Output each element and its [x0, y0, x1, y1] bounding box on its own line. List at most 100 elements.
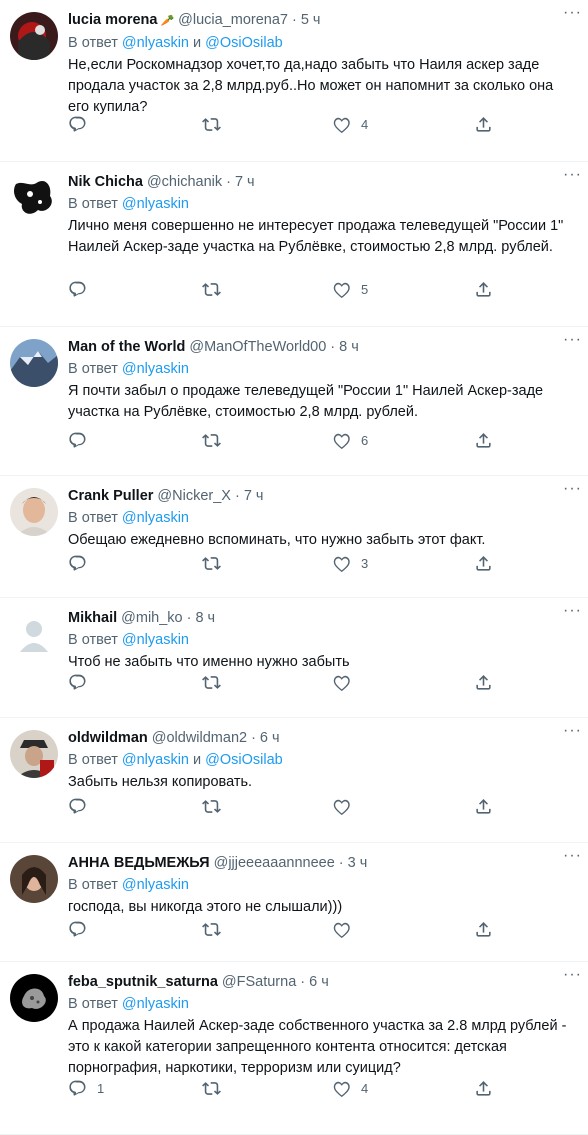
retweet-button[interactable]: [202, 920, 221, 939]
more-icon[interactable]: ···: [563, 602, 582, 620]
mention-link[interactable]: @nlyaskin: [122, 877, 189, 893]
author-handle[interactable]: @ManOfTheWorld00: [189, 337, 326, 357]
timestamp[interactable]: 7 ч: [235, 172, 255, 192]
author-name[interactable]: Crank Puller: [68, 486, 153, 506]
retweet-button[interactable]: [202, 280, 221, 299]
like-button[interactable]: 4: [332, 115, 368, 134]
mention-link[interactable]: @OsiOsilab: [205, 752, 283, 768]
author-name[interactable]: feba_sputnik_saturna: [68, 972, 218, 992]
timestamp[interactable]: 8 ч: [195, 608, 215, 628]
tweet[interactable]: Nik Chicha @chichanik · 7 чВ ответ @nlyaski…: [0, 162, 588, 327]
more-icon[interactable]: ···: [563, 966, 582, 984]
mention-link[interactable]: @nlyaskin: [122, 996, 189, 1012]
tweet-header: АННА ВЕДЬМЕЖЬЯ @jjjeeeaaannneee · 3 ч: [68, 853, 578, 873]
share-button[interactable]: [474, 673, 493, 692]
share-button[interactable]: [474, 1079, 493, 1098]
author-handle[interactable]: @FSaturna: [222, 972, 296, 992]
reply-prefix: В ответ: [68, 996, 118, 1012]
author-name[interactable]: Man of the World: [68, 337, 185, 357]
author-handle[interactable]: @oldwildman2: [152, 728, 247, 748]
author-handle[interactable]: @mih_ko: [121, 608, 182, 628]
timestamp[interactable]: 6 ч: [260, 728, 280, 748]
reply-conjunction: и: [193, 35, 202, 51]
mention-link[interactable]: @nlyaskin: [122, 510, 189, 526]
author-name[interactable]: Nik Chicha: [68, 172, 143, 192]
tweet-header: Mikhail @mih_ko · 8 ч: [68, 608, 578, 628]
tweet[interactable]: Mikhail @mih_ko · 8 чВ ответ @nlyaskin Чтоб …: [0, 598, 588, 718]
reply-button[interactable]: [68, 673, 87, 692]
tweet-body: oldwildman @oldwildman2 · 6 чВ ответ @nlyas…: [68, 728, 578, 793]
like-button[interactable]: [332, 920, 351, 939]
retweet-button[interactable]: [202, 115, 221, 134]
like-button[interactable]: [332, 797, 351, 816]
reply-button[interactable]: [68, 431, 87, 450]
tweet-text: А продажа Наилей Аскер-заде собственного…: [68, 1018, 567, 1076]
avatar[interactable]: [10, 339, 58, 387]
mention-link[interactable]: @nlyaskin: [122, 361, 189, 377]
retweet-button[interactable]: [202, 797, 221, 816]
share-button[interactable]: [474, 554, 493, 573]
mention-link[interactable]: @OsiOsilab: [205, 35, 283, 51]
avatar[interactable]: [10, 974, 58, 1022]
retweet-button[interactable]: [202, 554, 221, 573]
share-button[interactable]: [474, 920, 493, 939]
like-button[interactable]: 3: [332, 554, 368, 573]
more-icon[interactable]: ···: [563, 331, 582, 349]
avatar[interactable]: [10, 12, 58, 60]
reply-button[interactable]: [68, 797, 87, 816]
author-handle[interactable]: @chichanik: [147, 172, 222, 192]
mention-link[interactable]: @nlyaskin: [122, 35, 189, 51]
more-icon[interactable]: ···: [563, 4, 582, 22]
reply-icon: [68, 431, 87, 450]
timestamp[interactable]: 6 ч: [309, 972, 329, 992]
reply-button[interactable]: [68, 920, 87, 939]
avatar[interactable]: [10, 610, 58, 658]
author-handle[interactable]: @Nicker_X: [157, 486, 231, 506]
reply-button[interactable]: [68, 115, 87, 134]
avatar[interactable]: [10, 730, 58, 778]
like-button[interactable]: 4: [332, 1079, 368, 1098]
avatar[interactable]: [10, 174, 58, 222]
share-button[interactable]: [474, 797, 493, 816]
tweet[interactable]: oldwildman @oldwildman2 · 6 чВ ответ @nlyas…: [0, 718, 588, 843]
timestamp[interactable]: 5 ч: [301, 10, 321, 30]
reply-button[interactable]: [68, 280, 87, 299]
reply-button[interactable]: 1: [68, 1079, 104, 1098]
like-button[interactable]: 6: [332, 431, 368, 450]
tweet[interactable]: Crank Puller @Nicker_X · 7 чВ ответ @nlyask…: [0, 476, 588, 598]
more-icon[interactable]: ···: [563, 722, 582, 740]
author-handle[interactable]: @jjjeeeaaannneee: [214, 853, 335, 873]
tweet[interactable]: АННА ВЕДЬМЕЖЬЯ @jjjeeeaaannneee · 3 чВ отве…: [0, 843, 588, 962]
timestamp[interactable]: 3 ч: [348, 853, 368, 873]
like-button[interactable]: [332, 673, 351, 692]
timestamp[interactable]: 8 ч: [339, 337, 359, 357]
retweet-button[interactable]: [202, 673, 221, 692]
tweet[interactable]: lucia morena 🥕 @lucia_morena7 · 5 чВ ответ @…: [0, 0, 588, 162]
tweet[interactable]: feba_sputnik_saturna @FSaturna · 6 чВ ответ…: [0, 962, 588, 1135]
mention-link[interactable]: @nlyaskin: [122, 632, 189, 648]
reply-button[interactable]: [68, 554, 87, 573]
author-name[interactable]: АННА ВЕДЬМЕЖЬЯ: [68, 853, 210, 873]
tweet[interactable]: Man of the World @ManOfTheWorld00 · 8 чВ от…: [0, 327, 588, 476]
share-icon: [474, 431, 493, 450]
author-name[interactable]: Mikhail: [68, 608, 117, 628]
more-icon[interactable]: ···: [563, 847, 582, 865]
mention-link[interactable]: @nlyaskin: [122, 752, 189, 768]
reply-context: В ответ @nlyaskin: [68, 630, 578, 650]
author-handle[interactable]: @lucia_morena7: [178, 10, 288, 30]
avatar[interactable]: [10, 855, 58, 903]
retweet-button[interactable]: [202, 431, 221, 450]
timestamp[interactable]: 7 ч: [244, 486, 264, 506]
retweet-button[interactable]: [202, 1079, 221, 1098]
like-button[interactable]: 5: [332, 280, 368, 299]
avatar[interactable]: [10, 488, 58, 536]
author-name[interactable]: lucia morena: [68, 10, 157, 30]
share-button[interactable]: [474, 280, 493, 299]
more-icon[interactable]: ···: [563, 166, 582, 184]
share-button[interactable]: [474, 115, 493, 134]
share-button[interactable]: [474, 431, 493, 450]
mention-link[interactable]: @nlyaskin: [122, 196, 189, 212]
more-icon[interactable]: ···: [563, 480, 582, 498]
reply-conjunction: и: [193, 752, 202, 768]
author-name[interactable]: oldwildman: [68, 728, 148, 748]
